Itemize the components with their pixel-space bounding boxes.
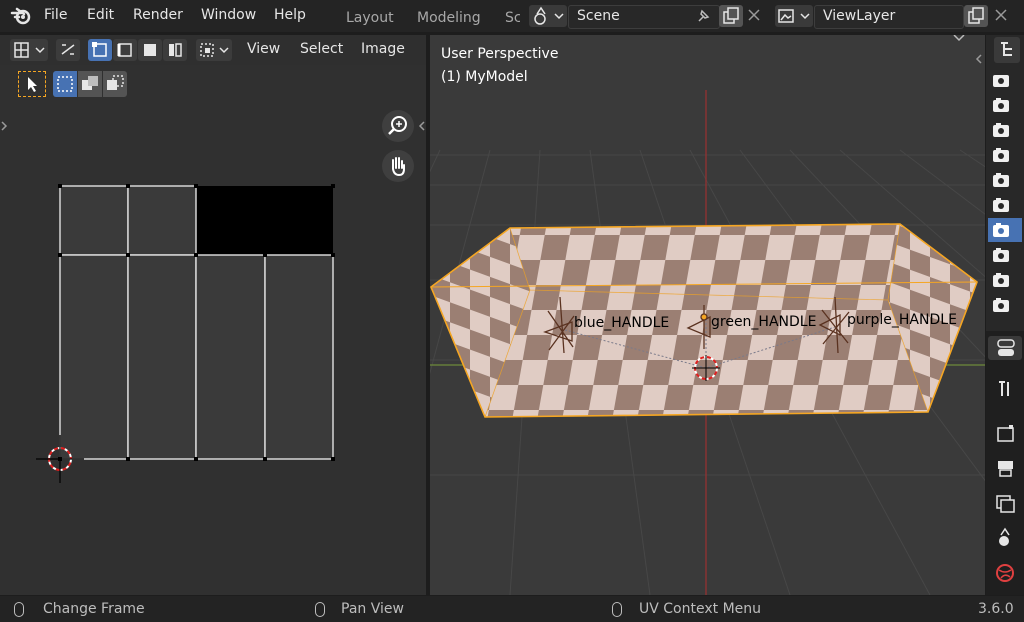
menu-edit[interactable]: Edit bbox=[87, 7, 114, 23]
properties-editor-type[interactable] bbox=[988, 336, 1022, 360]
blue-handle-label: blue_HANDLE bbox=[574, 315, 669, 331]
viewlayer-type-dropdown[interactable] bbox=[775, 5, 813, 27]
properties-icon bbox=[997, 339, 1015, 356]
status-left-hint: Change Frame bbox=[43, 601, 145, 617]
tool-tab-icon[interactable] bbox=[988, 376, 1022, 400]
duplicate-icon bbox=[723, 7, 739, 24]
chevron-down-icon[interactable] bbox=[952, 35, 966, 43]
properties-tabs bbox=[986, 331, 1024, 595]
new-viewlayer-button[interactable] bbox=[964, 5, 988, 27]
scene-tab-icon[interactable] bbox=[988, 526, 1022, 550]
menu-file[interactable]: File bbox=[44, 7, 67, 23]
properties-column bbox=[986, 35, 1024, 595]
scene-type-dropdown[interactable] bbox=[529, 5, 567, 27]
render-tab-icon[interactable] bbox=[988, 421, 1022, 445]
uv-canvas[interactable] bbox=[0, 35, 426, 595]
menu-render[interactable]: Render bbox=[133, 7, 183, 23]
pin-icon[interactable] bbox=[694, 7, 712, 25]
status-middle-hint: Pan View bbox=[341, 601, 404, 617]
duplicate-icon bbox=[968, 7, 984, 24]
menu-help[interactable]: Help bbox=[274, 7, 306, 23]
workspace-tab-scripting[interactable]: Sc bbox=[505, 10, 520, 26]
mouse-middle-icon bbox=[315, 602, 325, 617]
expand-sidebar-icon[interactable] bbox=[975, 53, 983, 65]
mouse-left-icon bbox=[14, 602, 24, 617]
viewlayer-name[interactable]: ViewLayer bbox=[823, 8, 895, 24]
menu-window[interactable]: Window bbox=[201, 7, 256, 23]
camera-list[interactable] bbox=[988, 75, 1022, 315]
scene-icon bbox=[534, 6, 564, 25]
status-bar: Change Frame Pan View UV Context Menu 3.… bbox=[0, 596, 1024, 622]
green-handle-label: green_HANDLE bbox=[711, 314, 816, 330]
viewport-canvas[interactable]: blue_HANDLE green_HANDLE purple_HANDLE bbox=[430, 35, 985, 595]
world-tab-icon[interactable] bbox=[988, 561, 1022, 585]
purple-handle-label: purple_HANDLE bbox=[847, 312, 957, 328]
scene-name[interactable]: Scene bbox=[577, 8, 620, 24]
view-layer-tab-icon[interactable] bbox=[988, 491, 1022, 515]
perspective-label: User Perspective bbox=[441, 46, 559, 62]
status-right-hint: UV Context Menu bbox=[639, 601, 762, 617]
output-tab-icon[interactable] bbox=[988, 456, 1022, 480]
uv-image-tile bbox=[196, 186, 333, 255]
viewlayer-selector[interactable]: ViewLayer bbox=[814, 5, 964, 29]
mouse-right-icon bbox=[612, 602, 622, 617]
version-label: 3.6.0 bbox=[978, 601, 1014, 617]
blender-logo-icon[interactable] bbox=[10, 5, 32, 27]
workspace-tab-layout[interactable]: Layout bbox=[346, 10, 394, 26]
new-scene-button[interactable] bbox=[719, 5, 743, 27]
workspace-tab-modeling[interactable]: Modeling bbox=[417, 10, 481, 26]
close-icon[interactable] bbox=[994, 8, 1008, 22]
top-bar: File Edit Render Window Help Layout Mode… bbox=[0, 0, 1024, 32]
image-icon bbox=[778, 9, 810, 23]
3d-viewport[interactable]: blue_HANDLE green_HANDLE purple_HANDLE U… bbox=[430, 35, 985, 595]
active-object-label: (1) MyModel bbox=[441, 69, 528, 85]
uv-editor[interactable]: View Select Image bbox=[0, 35, 426, 595]
outliner-button[interactable] bbox=[994, 37, 1020, 63]
close-icon[interactable] bbox=[747, 8, 761, 22]
outliner-icon bbox=[1001, 42, 1012, 56]
